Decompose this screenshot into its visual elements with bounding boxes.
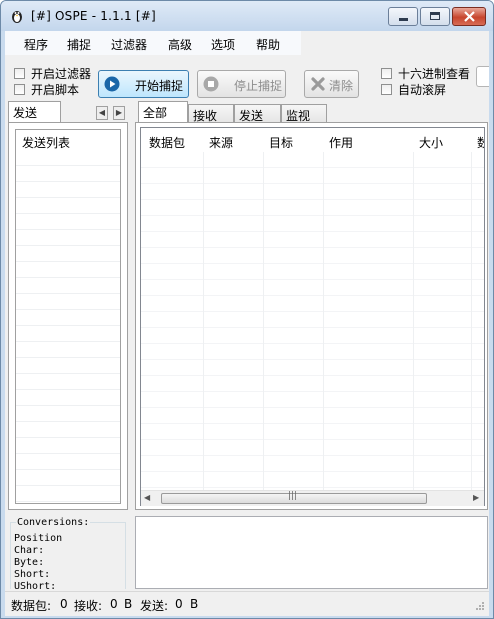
status-recv-value: 0 xyxy=(110,597,118,611)
conversion-short: Short: xyxy=(14,569,51,580)
resize-grip-icon[interactable] xyxy=(473,601,485,613)
column-divider xyxy=(263,152,264,490)
send-list-header-label: 发送列表 xyxy=(22,136,71,150)
conversion-byte: Byte: xyxy=(14,557,45,568)
conversion-position: Position xyxy=(14,533,63,544)
tab-receive[interactable]: 接收 xyxy=(188,104,234,124)
column-divider xyxy=(323,152,324,490)
play-icon xyxy=(104,76,120,92)
status-recv-label: 接收: xyxy=(74,599,103,613)
enable-filter-checkbox[interactable] xyxy=(14,68,25,79)
menu-bar: 程序 捕捉 过滤器 高级 选项 帮助 xyxy=(5,31,301,55)
close-icon xyxy=(464,11,475,22)
column-divider xyxy=(413,152,414,490)
scrollbar-thumb[interactable]: ||| xyxy=(161,491,427,504)
send-panel: 发送列表 xyxy=(8,122,128,510)
column-header-packet[interactable]: 数据包 xyxy=(149,134,185,151)
tab-send[interactable]: 发送 xyxy=(234,104,281,124)
send-list[interactable]: 发送列表 xyxy=(15,129,121,504)
column-header-size[interactable]: 大小 xyxy=(419,134,443,151)
scroll-left-icon[interactable]: ◀ xyxy=(144,493,150,502)
tab-monitor[interactable]: 监视 xyxy=(281,104,327,124)
scrollbar-grip-icon: ||| xyxy=(288,491,298,501)
conversion-ushort: UShort: xyxy=(14,581,57,589)
auto-scroll-label: 自动滚屏 xyxy=(398,83,447,97)
window-title: [#] OSPE - 1.1.1 [#] xyxy=(31,9,156,23)
scroll-right-icon[interactable]: ▶ xyxy=(473,493,479,502)
menu-capture[interactable]: 捕捉 xyxy=(67,36,91,53)
packet-detail-area[interactable] xyxy=(135,516,488,589)
close-button[interactable] xyxy=(452,7,486,26)
client-area: 程序 捕捉 过滤器 高级 选项 帮助 开启过滤器 开启脚本 开始捕捉 停止捕捉 xyxy=(5,31,489,616)
send-list-rows xyxy=(16,150,120,503)
menu-program[interactable]: 程序 xyxy=(24,36,48,53)
menu-advanced[interactable]: 高级 xyxy=(168,36,192,53)
enable-script-label: 开启脚本 xyxy=(31,83,80,97)
status-recv-unit: B xyxy=(124,597,133,611)
menu-filter[interactable]: 过滤器 xyxy=(111,36,147,53)
status-sent-value: 0 xyxy=(175,597,183,611)
packet-panel: 数据包 来源 目标 作用 大小 数 ◀ ||| xyxy=(135,122,488,510)
enable-script-checkbox[interactable] xyxy=(14,84,25,95)
maximize-button[interactable] xyxy=(420,7,450,26)
menu-options[interactable]: 选项 xyxy=(211,36,235,53)
horizontal-scrollbar[interactable]: ◀ ||| ▶ xyxy=(141,490,484,506)
column-divider xyxy=(471,152,472,490)
maximize-icon xyxy=(430,12,440,20)
start-capture-label: 开始捕捉 xyxy=(135,79,184,93)
column-header-source[interactable]: 来源 xyxy=(209,134,233,151)
app-window: [#] OSPE - 1.1.1 [#] 程序 捕捉 过滤器 高级 选项 帮助 … xyxy=(0,0,494,619)
status-packets-label: 数据包: xyxy=(11,599,52,613)
clear-button[interactable]: 清除 xyxy=(304,70,359,98)
column-divider xyxy=(203,152,204,490)
packet-list[interactable]: 数据包 来源 目标 作用 大小 数 ◀ ||| xyxy=(140,127,485,506)
menu-help[interactable]: 帮助 xyxy=(256,36,280,53)
stop-capture-label: 停止捕捉 xyxy=(234,79,283,93)
status-sent-unit: B xyxy=(190,597,199,611)
hex-view-label: 十六进制查看 xyxy=(398,67,471,81)
enable-filter-label: 开启过滤器 xyxy=(31,67,92,81)
packet-list-rows xyxy=(141,152,484,490)
conversion-char: Char: xyxy=(14,545,45,556)
status-bar: 数据包: 0 接收: 0 B 发送: 0 B xyxy=(5,591,489,616)
column-header-target[interactable]: 目标 xyxy=(269,134,293,151)
column-header-data[interactable]: 数 xyxy=(477,134,484,151)
status-packets-value: 0 xyxy=(60,597,68,611)
conversions-title: Conversions: xyxy=(16,517,91,528)
clear-label: 清除 xyxy=(329,79,354,93)
penguin-icon xyxy=(12,11,22,23)
status-sent-label: 发送: xyxy=(140,599,169,613)
tab-all[interactable]: 全部 xyxy=(138,101,188,123)
title-bar[interactable]: [#] OSPE - 1.1.1 [#] xyxy=(1,1,493,31)
stop-capture-button[interactable]: 停止捕捉 xyxy=(197,70,286,98)
packet-list-header: 数据包 来源 目标 作用 大小 数 xyxy=(141,128,484,153)
tab-send-panel[interactable]: 发送 xyxy=(8,101,61,123)
auto-scroll-checkbox[interactable] xyxy=(381,84,392,95)
send-list-header: 发送列表 xyxy=(16,130,120,151)
minimize-button[interactable] xyxy=(388,7,418,26)
column-header-action[interactable]: 作用 xyxy=(329,134,353,151)
tab-scroll-left-icon[interactable]: ◀ xyxy=(96,106,108,120)
hex-view-checkbox[interactable] xyxy=(381,68,392,79)
clear-x-icon xyxy=(311,77,325,91)
start-capture-button[interactable]: 开始捕捉 xyxy=(98,70,189,98)
options-edge-box xyxy=(476,66,489,87)
stop-icon xyxy=(203,76,219,92)
minimize-icon xyxy=(399,18,408,21)
tab-scroll-right-icon[interactable]: ▶ xyxy=(113,106,125,120)
conversions-panel: Conversions: Position Char: Byte: Short:… xyxy=(8,516,129,589)
